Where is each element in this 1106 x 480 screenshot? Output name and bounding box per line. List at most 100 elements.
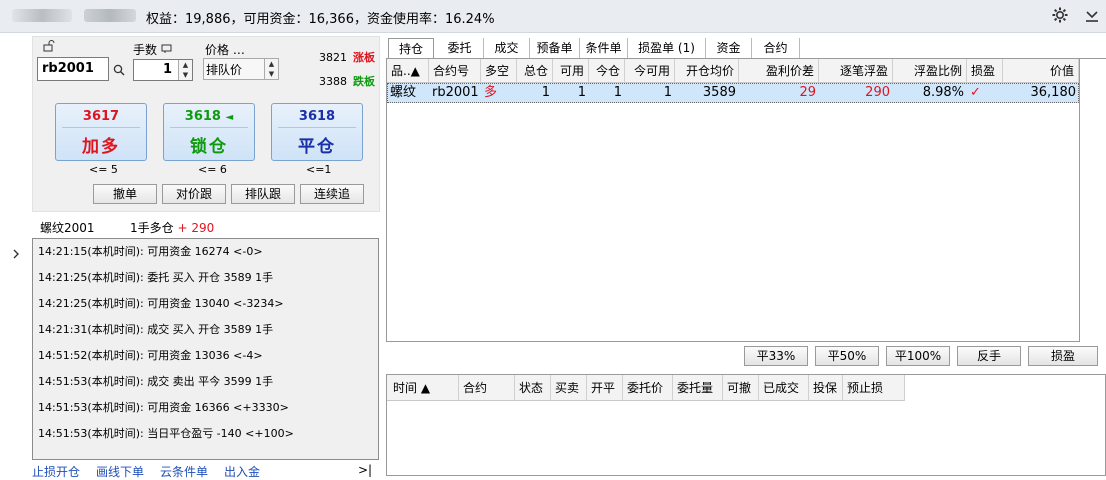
column-header[interactable]: 今仓 — [589, 59, 625, 83]
cell-available: 1 — [577, 85, 586, 100]
cell-value: 36,180 — [1030, 85, 1077, 100]
tab-stop-profit-orders[interactable]: 损盈单 (1) — [628, 38, 706, 58]
message-log: 14:21:15(本机时间): 可用资金 16274 <-0> 14:21:25… — [32, 238, 379, 460]
log-line: 14:21:15(本机时间): 可用资金 16274 <-0> — [38, 245, 263, 258]
column-header[interactable]: 状态 — [515, 375, 551, 401]
column-header[interactable]: 时间 ▲ — [387, 375, 459, 401]
log-line: 14:51:53(本机时间): 成交 卖出 平今 3599 1手 — [38, 375, 274, 388]
cloud-condition-order-link[interactable]: 云条件单 — [160, 465, 208, 479]
column-header[interactable]: 多空 — [481, 59, 517, 83]
log-line: 14:21:25(本机时间): 可用资金 13040 <-3234> — [38, 297, 284, 310]
cell-avg-price: 3589 — [702, 85, 736, 100]
stop-profit-button[interactable]: 损盈 — [1028, 346, 1098, 366]
cell-today: 1 — [613, 85, 622, 100]
column-header[interactable]: 价值 — [1003, 59, 1079, 83]
buy-add-long-button[interactable]: 3617 加多 — [55, 103, 147, 161]
column-header[interactable]: 可用 — [553, 59, 589, 83]
tab-funds[interactable]: 资金 — [706, 38, 752, 58]
column-header[interactable]: 逐笔浮盈 — [819, 59, 893, 83]
column-header[interactable]: 预止损 — [843, 375, 905, 401]
cell-price-diff: 29 — [799, 85, 816, 100]
stop-loss-open-link[interactable]: 止损开仓 — [32, 465, 80, 479]
quantity-spin-buttons[interactable]: ▲ ▼ — [178, 60, 192, 80]
positions-table: 品..▲ 合约号 多空 总仓 可用 今仓 今可用 开仓均价 盈利价差 逐笔浮盈 … — [386, 58, 1080, 401]
column-header[interactable]: 投保 — [809, 375, 843, 401]
column-header[interactable]: 盈利价差 — [739, 59, 819, 83]
reverse-position-button[interactable]: 反手 — [957, 346, 1021, 366]
column-header[interactable]: 可撤 — [723, 375, 759, 401]
orders-table-header: 时间 ▲ 合约 状态 买卖 开平 委托价 委托量 可撤 已成交 投保 预止损 — [387, 375, 905, 401]
column-header[interactable]: 委托价 — [623, 375, 673, 401]
limit-down-price: 3388 跌板 — [319, 75, 375, 88]
queue-price-follow-button[interactable]: 排队跟 — [231, 184, 295, 204]
orders-table: 时间 ▲ 合约 状态 买卖 开平 委托价 委托量 可撤 已成交 投保 预止损 — [386, 374, 1106, 476]
cell-product: 螺纹 — [390, 85, 417, 100]
tab-orders[interactable]: 委托 — [436, 38, 484, 58]
close-50-button[interactable]: 平50% — [815, 346, 879, 366]
account-summary: 权益：19,886，可用资金：16,366，资金使用率：16.24% — [146, 12, 495, 27]
close-position-button[interactable]: 3618 平仓 — [271, 103, 363, 161]
cell-total: 1 — [541, 85, 550, 100]
draw-line-order-link[interactable]: 画线下单 — [96, 465, 144, 479]
counter-price-follow-button[interactable]: 对价跟 — [162, 184, 226, 204]
column-header[interactable]: 委托量 — [673, 375, 723, 401]
continuous-chase-button[interactable]: 连续追 — [300, 184, 364, 204]
price-spin-buttons[interactable]: ▲ ▼ — [264, 59, 278, 79]
column-header[interactable]: 品..▲ — [387, 59, 429, 83]
bottom-links: 止损开仓 画线下单 云条件单 出入金 — [32, 463, 276, 480]
tab-positions[interactable]: 持仓 — [388, 38, 434, 58]
tab-contracts[interactable]: 合约 — [752, 38, 800, 58]
arrow-left-icon: ◄ — [225, 112, 234, 123]
column-header[interactable]: 买卖 — [551, 375, 587, 401]
chevron-down-icon[interactable] — [1084, 6, 1100, 28]
cell-today-available: 1 — [663, 85, 672, 100]
log-line: 14:51:52(本机时间): 可用资金 13036 <-4> — [38, 349, 263, 362]
lock-limit-caption: <= 6 — [198, 163, 227, 176]
log-line: 14:51:53(本机时间): 当日平仓盈亏 -140 <+100> — [38, 427, 294, 440]
collapse-to-end-icon[interactable]: >| — [358, 463, 372, 477]
positions-table-header: 品..▲ 合约号 多空 总仓 可用 今仓 今可用 开仓均价 盈利价差 逐笔浮盈 … — [387, 59, 1079, 83]
cell-direction: 多 — [484, 85, 498, 100]
price-label: 价格 … — [205, 43, 245, 57]
tab-trades[interactable]: 成交 — [484, 38, 530, 58]
limit-up-price: 3821 涨板 — [319, 51, 375, 64]
log-line: 14:51:53(本机时间): 可用资金 16366 <+3330> — [38, 401, 289, 414]
column-header[interactable]: 开仓均价 — [675, 59, 739, 83]
quantity-menu-icon[interactable] — [161, 43, 173, 57]
cancel-order-button[interactable]: 撤单 — [93, 184, 157, 204]
account-name-masked — [12, 9, 72, 22]
cell-float-profit: 290 — [865, 85, 890, 100]
column-header[interactable]: 合约号 — [429, 59, 481, 83]
column-header[interactable]: 今可用 — [625, 59, 675, 83]
close-33-button[interactable]: 平33% — [744, 346, 808, 366]
quantity-label: 手数 — [133, 43, 158, 57]
log-line: 14:21:25(本机时间): 委托 买入 开仓 3589 1手 — [38, 271, 274, 284]
gear-icon[interactable] — [1051, 6, 1069, 28]
contract-input[interactable]: rb2001 — [37, 57, 109, 81]
tab-prepared-orders[interactable]: 预备单 — [530, 38, 580, 58]
log-line: 14:21:31(本机时间): 成交 买入 开仓 3589 1手 — [38, 323, 274, 336]
check-icon: ✓ — [970, 85, 981, 100]
position-detail: 1手多仓 + 290 — [130, 221, 215, 235]
column-header[interactable]: 已成交 — [759, 375, 809, 401]
close-limit-caption: <=1 — [306, 163, 332, 176]
account-id-masked — [84, 9, 136, 22]
column-header[interactable]: 总仓 — [517, 59, 553, 83]
lock-position-button[interactable]: 3618 ◄ 锁仓 — [163, 103, 255, 161]
buy-limit-caption: <= 5 — [89, 163, 118, 176]
chevron-right-icon[interactable] — [12, 248, 20, 264]
deposit-withdraw-link[interactable]: 出入金 — [224, 465, 260, 479]
order-form-panel: 手数 价格 … rb2001 1 ▲ ▼ 排队价 ▲ ▼ 3821 涨板 3388 跌板… — [32, 36, 380, 212]
close-100-button[interactable]: 平100% — [886, 346, 950, 366]
position-contract-name: 螺纹2001 — [40, 221, 95, 235]
search-icon[interactable] — [113, 64, 125, 79]
tab-conditional-orders[interactable]: 条件单 — [580, 38, 628, 58]
cell-contract: rb2001 — [432, 85, 479, 100]
column-header[interactable]: 合约 — [459, 375, 515, 401]
account-header: 权益：19,886，可用资金：16,366，资金使用率：16.24% — [0, 0, 1106, 33]
column-header[interactable]: 开平 — [587, 375, 623, 401]
lock-icon[interactable] — [43, 40, 55, 55]
column-header[interactable]: 损盈 — [967, 59, 1003, 83]
column-header[interactable]: 浮盈比例 — [893, 59, 967, 83]
table-row[interactable]: 螺纹 rb2001 多 1 1 1 1 3589 29 290 8.98% ✓ … — [387, 83, 1079, 103]
